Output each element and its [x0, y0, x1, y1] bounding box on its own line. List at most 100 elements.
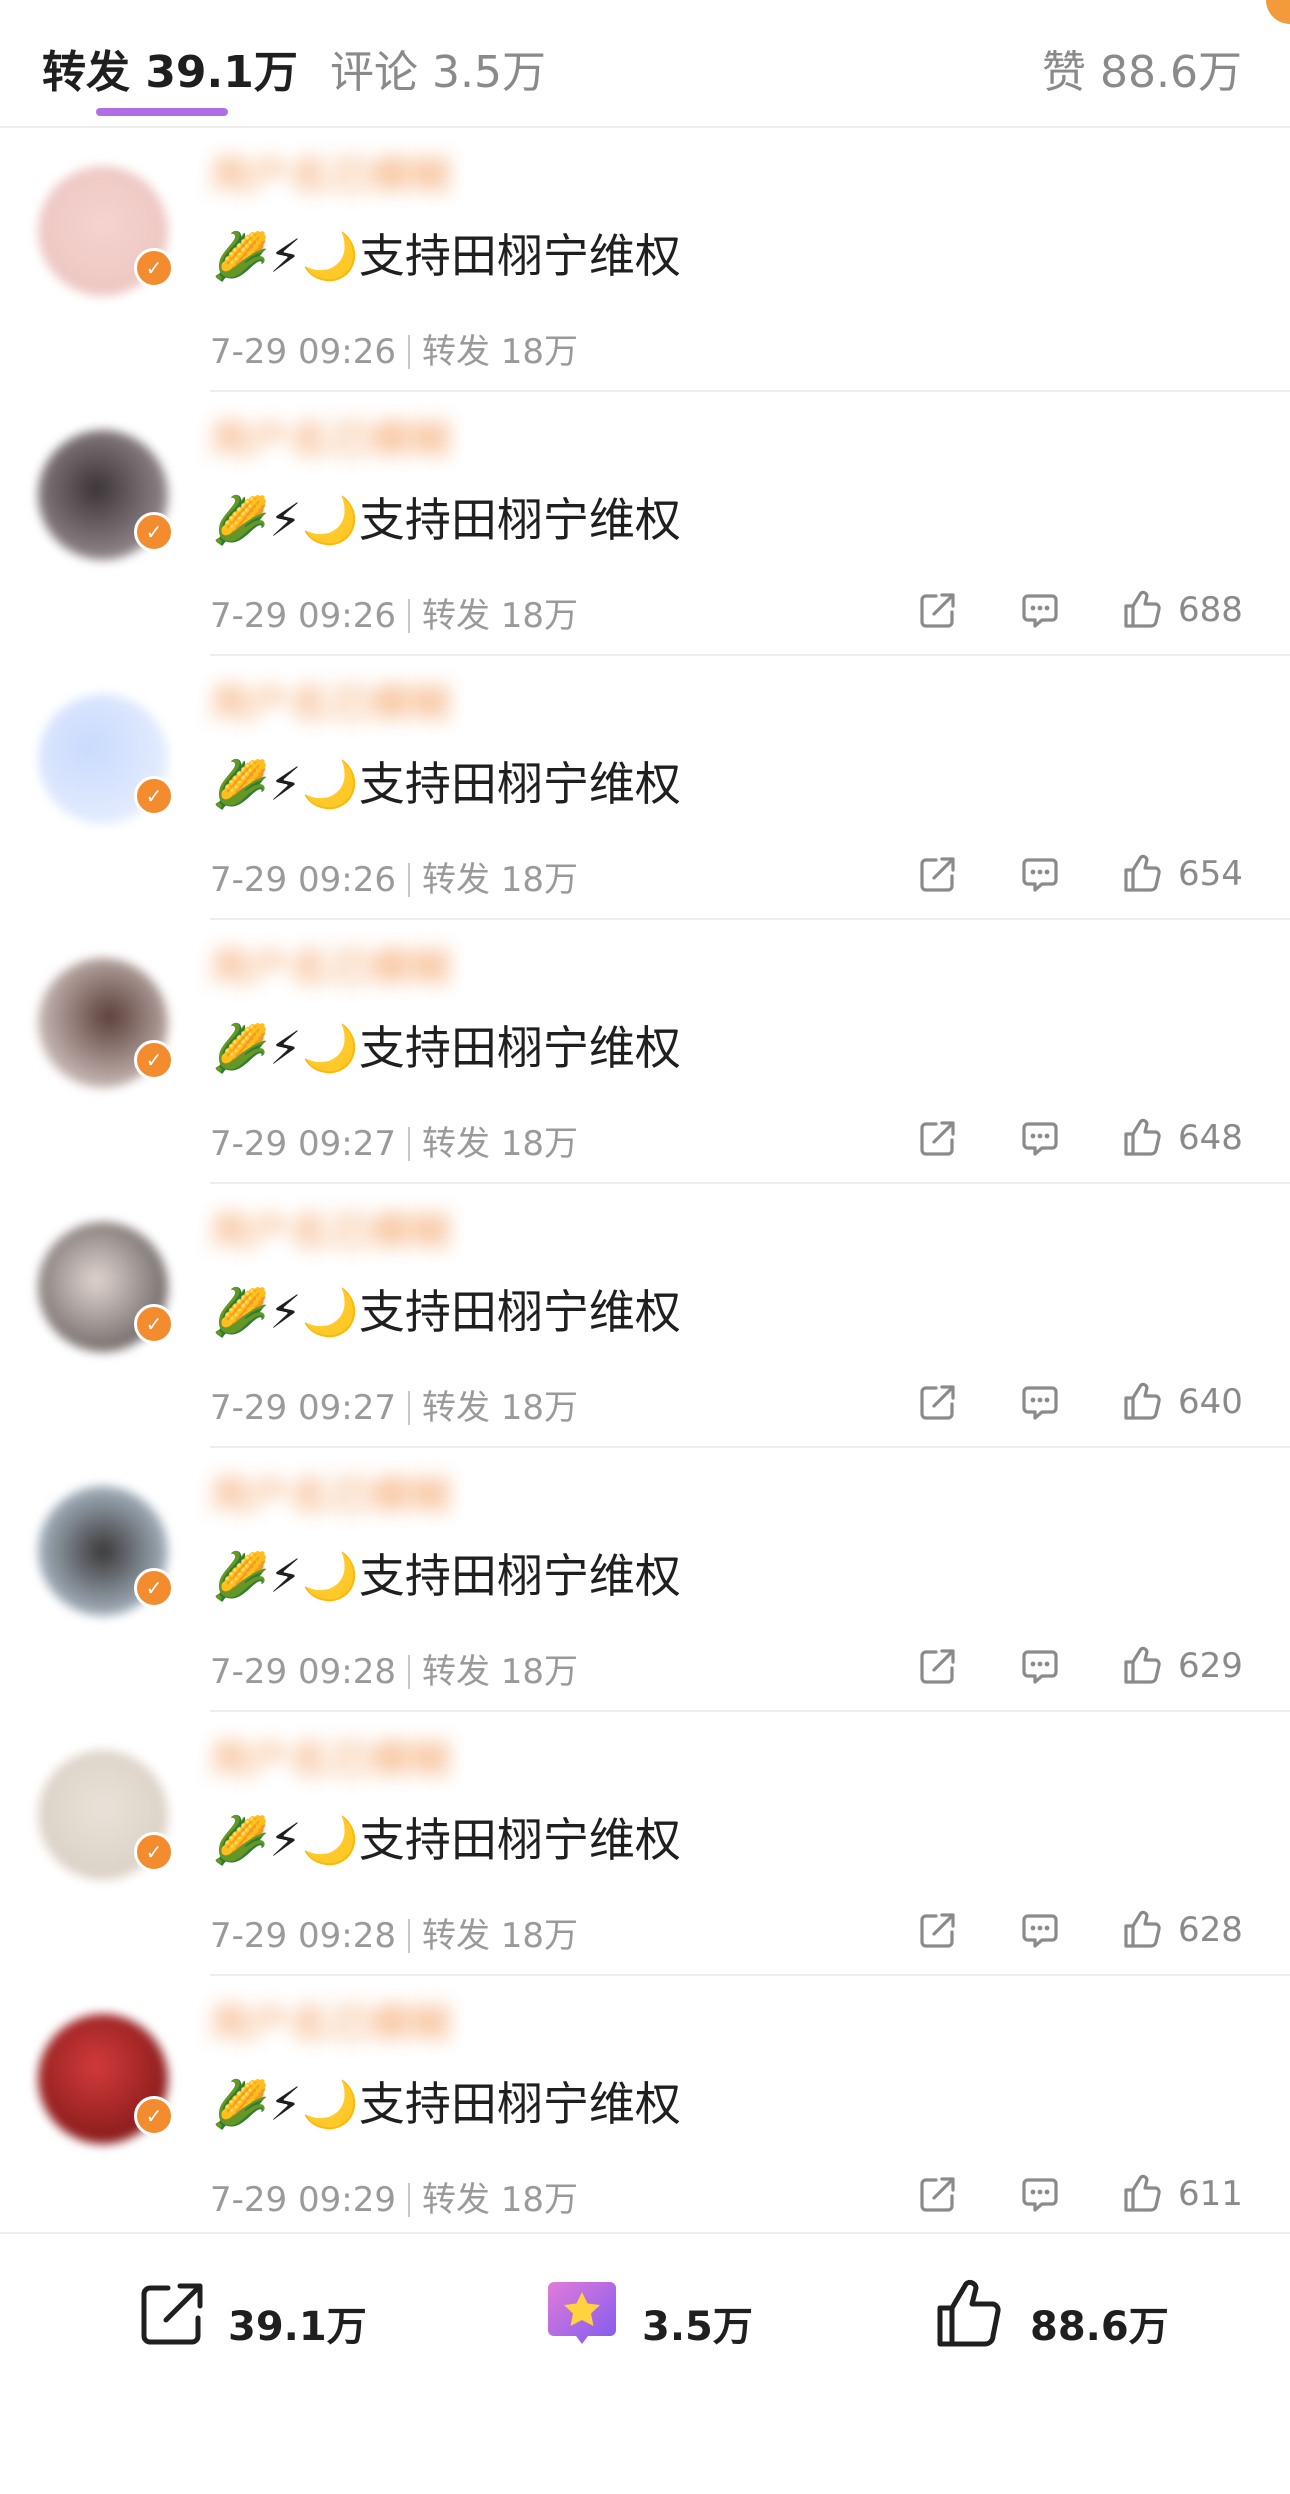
star-comment-icon: [548, 2282, 616, 2344]
post-content: 🌽⚡🌙支持田栩宁维权: [212, 493, 681, 547]
corner-decoration: [1266, 0, 1290, 24]
repost-count: 39.1万: [228, 2304, 367, 2350]
share-icon[interactable]: [916, 1116, 960, 1160]
meta-divider: [407, 1919, 410, 1953]
like-count: 688: [1178, 590, 1243, 630]
share-icon[interactable]: [916, 2172, 960, 2216]
like-icon[interactable]: [1120, 1380, 1164, 1424]
post-meta: 7-29 09:26 转发 18万: [210, 852, 578, 901]
tab-bar: 转发 39.1万 评论 3.5万 赞 88.6万: [0, 0, 1290, 128]
tab-like[interactable]: 赞 88.6万: [1042, 36, 1242, 100]
repost-button[interactable]: 39.1万: [132, 2274, 367, 2354]
like-count: 629: [1178, 1646, 1243, 1686]
username[interactable]: 用户名已模糊: [210, 1738, 670, 1782]
active-tab-indicator: [96, 108, 228, 116]
username[interactable]: 用户名已模糊: [210, 946, 670, 990]
post-time: 7-29 09:27: [210, 1388, 396, 1428]
like-count: 648: [1178, 1118, 1243, 1158]
post-repost-count: 转发 18万: [421, 2180, 579, 2220]
tab-repost[interactable]: 转发 39.1万: [42, 36, 298, 100]
post-content: 🌽⚡🌙支持田栩宁维权: [212, 1813, 681, 1867]
post-time: 7-29 09:26: [210, 596, 396, 636]
share-icon: [141, 2283, 203, 2345]
comment-icon[interactable]: [1018, 2172, 1062, 2216]
like-count: 640: [1178, 1382, 1243, 1422]
verified-badge-icon: ✓: [134, 512, 174, 552]
comment-icon[interactable]: [1018, 1380, 1062, 1424]
like-icon[interactable]: [1120, 852, 1164, 896]
comment-count: 3.5万: [642, 2304, 753, 2350]
username[interactable]: 用户名已模糊: [210, 1474, 670, 1518]
comment-icon[interactable]: [1018, 852, 1062, 896]
post-repost-count: 转发 18万: [421, 596, 579, 636]
list-item[interactable]: ✓ 用户名已模糊 🌽⚡🌙支持田栩宁维权 7-29 09:29 转发 18万 611: [0, 1976, 1290, 2240]
list-item[interactable]: ✓ 用户名已模糊 🌽⚡🌙支持田栩宁维权 7-29 09:28 转发 18万 629: [0, 1448, 1290, 1712]
meta-divider: [407, 335, 410, 369]
list-item[interactable]: ✓ 用户名已模糊 🌽⚡🌙支持田栩宁维权 7-29 09:27 转发 18万 648: [0, 920, 1290, 1184]
verified-badge-icon: ✓: [134, 2096, 174, 2136]
comment-icon[interactable]: [1018, 1116, 1062, 1160]
post-actions: 654: [910, 852, 1270, 900]
post-repost-count: 转发 18万: [421, 1124, 579, 1164]
meta-divider: [407, 1127, 410, 1161]
share-icon[interactable]: [916, 588, 960, 632]
like-icon[interactable]: [1120, 1908, 1164, 1952]
meta-divider: [407, 863, 410, 897]
like-icon: [937, 2279, 1001, 2347]
post-meta: 7-29 09:27 转发 18万: [210, 1116, 578, 1165]
meta-divider: [407, 1655, 410, 1689]
post-actions: 648: [910, 1116, 1270, 1164]
username[interactable]: 用户名已模糊: [210, 1210, 670, 1254]
comment-icon[interactable]: [1018, 588, 1062, 632]
username[interactable]: 用户名已模糊: [210, 2002, 670, 2046]
username[interactable]: 用户名已模糊: [210, 154, 670, 198]
like-count: 611: [1178, 2174, 1243, 2214]
post-repost-count: 转发 18万: [421, 1916, 579, 1956]
comment-button[interactable]: 3.5万: [542, 2274, 753, 2354]
post-meta: 7-29 09:29 转发 18万: [210, 2172, 578, 2221]
verified-badge-icon: ✓: [134, 776, 174, 816]
like-icon[interactable]: [1120, 588, 1164, 632]
post-repost-count: 转发 18万: [421, 332, 579, 372]
list-item[interactable]: ✓ 用户名已模糊 🌽⚡🌙支持田栩宁维权 7-29 09:27 转发 18万 640: [0, 1184, 1290, 1448]
bottom-action-bar: 39.1万 3.5万 88.6万: [0, 2232, 1290, 2494]
list-item[interactable]: ✓ 用户名已模糊 🌽⚡🌙支持田栩宁维权 7-29 09:26 转发 18万 688: [0, 392, 1290, 656]
share-icon[interactable]: [916, 1380, 960, 1424]
post-meta: 7-29 09:27 转发 18万: [210, 1380, 578, 1429]
meta-divider: [407, 1391, 410, 1425]
share-icon[interactable]: [916, 1908, 960, 1952]
like-button[interactable]: 88.6万: [930, 2274, 1169, 2354]
tab-comment[interactable]: 评论 3.5万: [330, 36, 546, 100]
post-content: 🌽⚡🌙支持田栩宁维权: [212, 2077, 681, 2131]
comment-icon[interactable]: [1018, 1644, 1062, 1688]
post-meta: 7-29 09:26 转发 18万: [210, 324, 578, 373]
post-content: 🌽⚡🌙支持田栩宁维权: [212, 1021, 681, 1075]
repost-list: ✓ 用户名已模糊 🌽⚡🌙支持田栩宁维权 7-29 09:26 转发 18万 ✓ …: [0, 128, 1290, 2240]
verified-badge-icon: ✓: [134, 1040, 174, 1080]
comment-icon[interactable]: [1018, 1908, 1062, 1952]
username[interactable]: 用户名已模糊: [210, 682, 670, 726]
post-repost-count: 转发 18万: [421, 1652, 579, 1692]
post-repost-count: 转发 18万: [421, 860, 579, 900]
post-repost-count: 转发 18万: [421, 1388, 579, 1428]
meta-divider: [407, 599, 410, 633]
like-total: 88.6万: [1030, 2304, 1169, 2350]
share-icon[interactable]: [916, 1644, 960, 1688]
meta-divider: [407, 2183, 410, 2217]
like-count: 628: [1178, 1910, 1243, 1950]
like-icon[interactable]: [1120, 1116, 1164, 1160]
like-icon[interactable]: [1120, 2172, 1164, 2216]
post-meta: 7-29 09:28 转发 18万: [210, 1908, 578, 1957]
list-item[interactable]: ✓ 用户名已模糊 🌽⚡🌙支持田栩宁维权 7-29 09:26 转发 18万 654: [0, 656, 1290, 920]
list-item[interactable]: ✓ 用户名已模糊 🌽⚡🌙支持田栩宁维权 7-29 09:26 转发 18万: [0, 128, 1290, 392]
username[interactable]: 用户名已模糊: [210, 418, 670, 462]
post-meta: 7-29 09:28 转发 18万: [210, 1644, 578, 1693]
post-meta: 7-29 09:26 转发 18万: [210, 588, 578, 637]
like-icon[interactable]: [1120, 1644, 1164, 1688]
post-time: 7-29 09:28: [210, 1916, 396, 1956]
list-item[interactable]: ✓ 用户名已模糊 🌽⚡🌙支持田栩宁维权 7-29 09:28 转发 18万 628: [0, 1712, 1290, 1976]
share-icon[interactable]: [916, 852, 960, 896]
post-time: 7-29 09:26: [210, 860, 396, 900]
post-actions: 640: [910, 1380, 1270, 1428]
post-actions: 628: [910, 1908, 1270, 1956]
